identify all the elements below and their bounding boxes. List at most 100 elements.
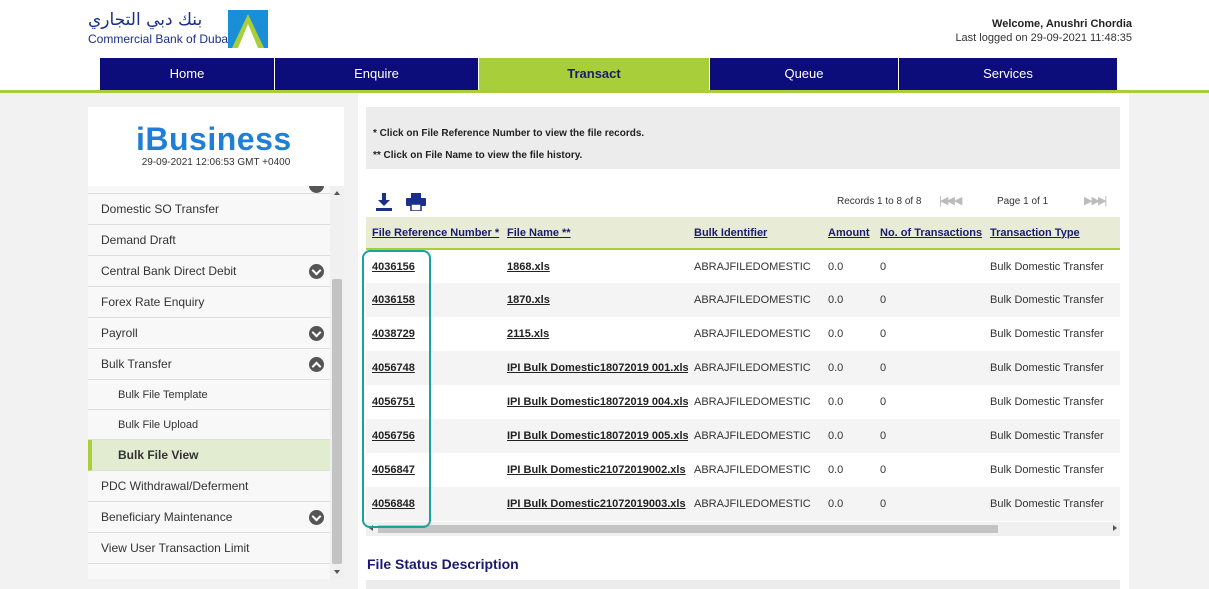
bulk-identifier-cell: ABRAJFILEDOMESTIC bbox=[694, 328, 811, 340]
file-reference-link[interactable]: 4056756 bbox=[366, 419, 501, 453]
sidebar-scrollbar[interactable] bbox=[330, 186, 344, 579]
col-no-of-transactions[interactable]: No. of Transactions bbox=[874, 217, 984, 250]
main-nav: Home Enquire Transact Queue Services bbox=[100, 58, 1118, 90]
sidebar-item-view-user-transaction-limit[interactable]: View User Transaction Limit bbox=[88, 533, 330, 564]
sidebar-item-forex-rate-enquiry[interactable]: Forex Rate Enquiry bbox=[88, 287, 330, 318]
sidebar-item-label: Demand Draft bbox=[101, 233, 176, 247]
sidebar-item-label: Domestic SO Transfer bbox=[101, 202, 220, 216]
records-count: Records 1 to 8 of 8 bbox=[837, 196, 922, 207]
chevron-up-icon[interactable] bbox=[309, 357, 324, 372]
file-table: File Reference Number * File Name ** Bul… bbox=[366, 217, 1120, 539]
sidebar-item-payroll[interactable]: Payroll bbox=[88, 318, 330, 349]
table-row: 4056748 IPI Bulk Domestic18072019 001.xl… bbox=[366, 351, 1120, 385]
page-indicator: Page 1 of 1 bbox=[997, 196, 1049, 207]
col-bulk-identifier[interactable]: Bulk Identifier bbox=[688, 217, 822, 250]
chevron-down-icon[interactable] bbox=[309, 510, 324, 525]
col-transaction-type[interactable]: Transaction Type bbox=[984, 217, 1120, 250]
bulk-identifier-cell: ABRAJFILEDOMESTIC bbox=[694, 396, 811, 408]
bulk-identifier-cell: ABRAJFILEDOMESTIC bbox=[694, 260, 811, 273]
sidebar-item-label: PDC Withdrawal/Deferment bbox=[101, 479, 249, 493]
sidebar-item-central-bank-direct-debit[interactable]: Central Bank Direct Debit bbox=[88, 256, 330, 287]
col-file-name[interactable]: File Name ** bbox=[501, 217, 688, 250]
download-icon[interactable] bbox=[376, 193, 392, 211]
file-reference-link[interactable]: 4056848 bbox=[366, 487, 501, 521]
sidebar-item-label: Payroll bbox=[101, 326, 138, 340]
sidebar-menu: Domestic SO Transfer Demand Draft Centra… bbox=[88, 186, 330, 579]
file-name-link[interactable]: IPI Bulk Domestic21072019003.xls bbox=[501, 487, 688, 521]
sidebar-item-label: Beneficiary Maintenance bbox=[101, 510, 233, 524]
sidebar-item-label: Forex Rate Enquiry bbox=[101, 295, 205, 309]
sidebar-item-bulk-transfer[interactable]: Bulk Transfer bbox=[88, 349, 330, 380]
instruction-line-2: ** Click on File Name to view the file h… bbox=[373, 150, 583, 161]
sidebar-item-bulk-file-view[interactable]: Bulk File View bbox=[88, 440, 330, 471]
bulk-identifier-cell: ABRAJFILEDOMESTIC bbox=[688, 419, 822, 453]
instruction-line-1: * Click on File Reference Number to view… bbox=[373, 128, 645, 139]
file-name-link[interactable]: IPI Bulk Domestic18072019 001.xls bbox=[501, 351, 688, 385]
next-last-page-icon[interactable]: ▶ ▶▶| bbox=[1084, 194, 1107, 207]
file-reference-link[interactable]: 4038729 bbox=[366, 317, 501, 351]
bank-name-english: Commercial Bank of Dubai bbox=[88, 32, 231, 46]
chevron-down-icon[interactable] bbox=[309, 186, 324, 193]
sidebar-scroll-thumb[interactable] bbox=[332, 279, 342, 564]
col-file-reference[interactable]: File Reference Number * bbox=[366, 217, 501, 250]
file-reference-link[interactable]: 4056751 bbox=[366, 385, 501, 419]
ibusiness-panel: iBusiness 29-09-2021 12:06:53 GMT +0400 bbox=[88, 107, 344, 177]
file-name-link[interactable]: IPI Bulk Domestic21072019002.xls bbox=[501, 453, 688, 487]
scroll-down-icon[interactable] bbox=[334, 570, 340, 574]
col-amount[interactable]: Amount bbox=[822, 217, 874, 250]
sidebar-item-label: Bulk File View bbox=[118, 448, 199, 462]
transactions-cell: 0 bbox=[874, 351, 984, 385]
nav-home[interactable]: Home bbox=[100, 58, 275, 90]
header: بنك دبي التجاري Commercial Bank of Dubai… bbox=[0, 0, 1209, 58]
table-horizontal-scrollbar[interactable] bbox=[366, 522, 1120, 536]
server-time: 29-09-2021 12:06:53 GMT +0400 bbox=[141, 157, 291, 168]
table-row: 4056848 IPI Bulk Domestic21072019003.xls… bbox=[366, 487, 1120, 521]
user-welcome: Welcome, Anushri Chordia Last logged on … bbox=[955, 17, 1132, 45]
nav-enquire[interactable]: Enquire bbox=[275, 58, 479, 90]
file-name-link[interactable]: 1868.xls bbox=[501, 249, 688, 283]
bank-logo[interactable]: بنك دبي التجاري Commercial Bank of Dubai bbox=[88, 10, 278, 50]
scroll-right-icon[interactable] bbox=[1113, 525, 1117, 531]
table-row: 4056847 IPI Bulk Domestic21072019002.xls… bbox=[366, 453, 1120, 487]
bulk-identifier-cell: ABRAJFILEDOMESTIC bbox=[694, 464, 811, 476]
nav-queue[interactable]: Queue bbox=[710, 58, 899, 90]
file-name-link[interactable]: IPI Bulk Domestic18072019 004.xls bbox=[501, 385, 688, 419]
file-reference-link[interactable]: 4056847 bbox=[366, 453, 501, 487]
nav-transact[interactable]: Transact bbox=[479, 58, 710, 90]
sidebar-item-beneficiary-maintenance[interactable]: Beneficiary Maintenance bbox=[88, 502, 330, 533]
amount-cell: 0.0 bbox=[822, 351, 874, 385]
transactions-cell: 0 bbox=[880, 464, 887, 476]
sidebar-item-demand-draft[interactable]: Demand Draft bbox=[88, 225, 330, 256]
nav-services[interactable]: Services bbox=[899, 58, 1118, 90]
scroll-left-icon[interactable] bbox=[369, 525, 373, 531]
sidebar: iBusiness 29-09-2021 12:06:53 GMT +0400 … bbox=[88, 107, 344, 579]
file-status-box bbox=[366, 580, 1120, 589]
first-prev-page-icon[interactable]: |◀◀ ◀ bbox=[939, 194, 962, 207]
file-name-link[interactable]: 1870.xls bbox=[501, 283, 688, 317]
bulk-identifier-cell: ABRAJFILEDOMESTIC bbox=[688, 351, 822, 385]
chevron-down-icon[interactable] bbox=[309, 326, 324, 341]
file-name-link[interactable]: 2115.xls bbox=[501, 317, 688, 351]
table-row: 4036156 1868.xls ABRAJFILEDOMESTIC 0.0 0… bbox=[366, 249, 1120, 283]
menu-partial-item bbox=[88, 186, 330, 194]
transactions-cell: 0 bbox=[880, 328, 887, 340]
file-reference-link[interactable]: 4036156 bbox=[366, 249, 501, 283]
bank-name-arabic: بنك دبي التجاري bbox=[88, 10, 203, 30]
chevron-down-icon[interactable] bbox=[309, 264, 324, 279]
file-reference-link[interactable]: 4036158 bbox=[366, 283, 501, 317]
bulk-identifier-cell: ABRAJFILEDOMESTIC bbox=[688, 487, 822, 521]
table-scroll-thumb[interactable] bbox=[378, 525, 998, 533]
transaction-type-cell: Bulk Domestic Transfer bbox=[984, 283, 1120, 317]
file-reference-link[interactable]: 4056748 bbox=[366, 351, 501, 385]
sidebar-item-bulk-file-template[interactable]: Bulk File Template bbox=[88, 380, 330, 410]
sidebar-item-pdc-withdrawal[interactable]: PDC Withdrawal/Deferment bbox=[88, 471, 330, 502]
sidebar-item-label: Central Bank Direct Debit bbox=[101, 264, 237, 278]
sidebar-item-label: Bulk Transfer bbox=[101, 357, 172, 371]
sidebar-item-bulk-file-upload[interactable]: Bulk File Upload bbox=[88, 410, 330, 440]
sidebar-item-domestic-so-transfer[interactable]: Domestic SO Transfer bbox=[88, 194, 330, 225]
table-row: 4056751 IPI Bulk Domestic18072019 004.xl… bbox=[366, 385, 1120, 419]
transaction-type-cell: Bulk Domestic Transfer bbox=[990, 464, 1104, 476]
print-icon[interactable] bbox=[406, 193, 426, 211]
scroll-up-icon[interactable] bbox=[334, 191, 340, 195]
file-name-link[interactable]: IPI Bulk Domestic18072019 005.xls bbox=[501, 419, 688, 453]
